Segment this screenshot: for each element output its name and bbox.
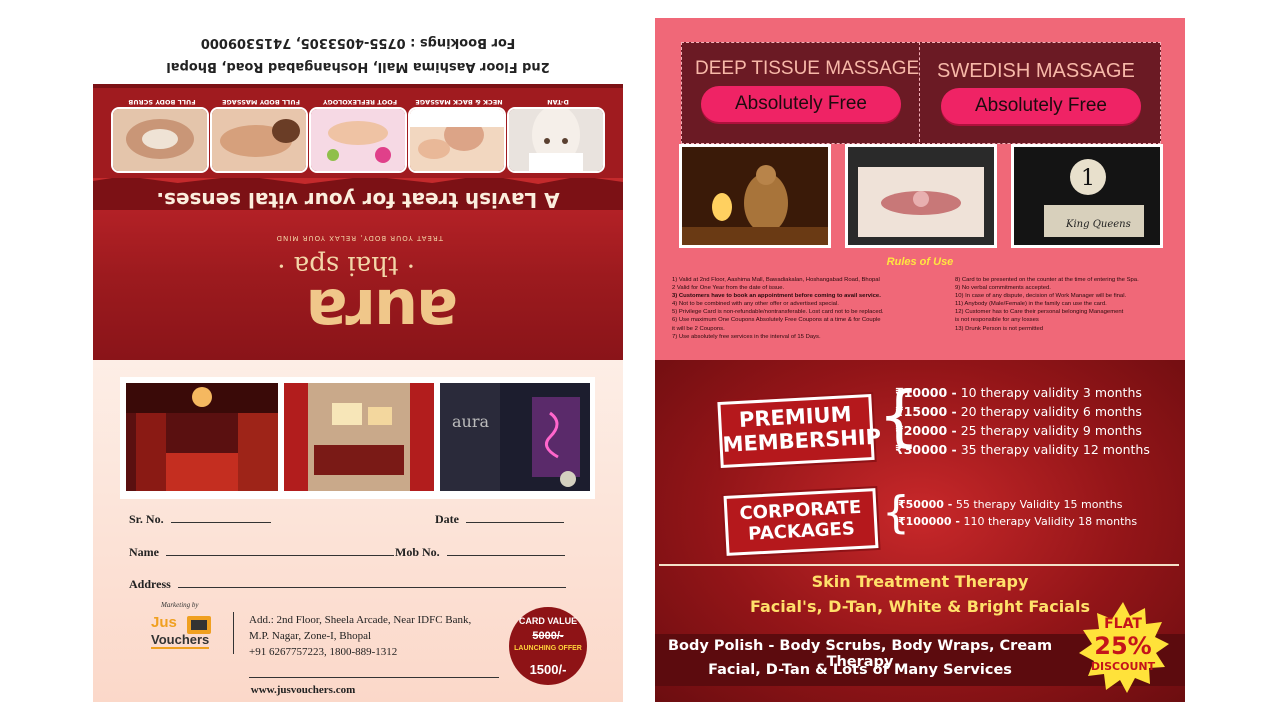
booking-phone: For Bookings : 0755-4053305, 7415309000 <box>200 35 516 50</box>
service-thumb-scrub <box>111 107 209 173</box>
right-flyer: DEEP TISSUE MASSAGE Absolutely Free SWED… <box>655 18 1185 702</box>
tagline: A Lavish treat for your vital senses. <box>156 188 560 212</box>
premium-membership-stamp: PREMIUM MEMBERSHIP <box>717 394 882 468</box>
discount-label: DISCOUNT <box>1090 660 1156 673</box>
pink-offers-section: DEEP TISSUE MASSAGE Absolutely Free SWED… <box>655 18 1185 360</box>
rules-title: Rules of Use <box>886 256 954 268</box>
corporate-plan-1: ₹50000 - 55 therapy Validity 15 months <box>898 498 1123 511</box>
rule-item: 9) No verbal commitments accepted. <box>955 285 1051 292</box>
marketing-address-1: Add.: 2nd Floor, Sheela Arcade, Near IDF… <box>249 614 472 626</box>
service-thumb-neck-back <box>408 107 506 173</box>
section-divider <box>659 564 1179 566</box>
svg-text:aura: aura <box>452 412 489 431</box>
service-label: NECK & BACK MASSAGE <box>415 98 503 106</box>
rules-right-column: 8) Card to be presented on the counter a… <box>955 276 1139 333</box>
treatment-room-photo <box>284 383 434 491</box>
name-row: Name <box>129 545 394 560</box>
rule-item: 8) Card to be presented on the counter a… <box>955 277 1139 283</box>
name-label: Name <box>129 545 159 559</box>
thai-spa-logo: · thai spa · <box>277 250 415 280</box>
service-thumb-foot <box>309 107 407 173</box>
date-field[interactable] <box>466 512 564 523</box>
corporate-plan-2: ₹100000 - 110 therapy Validity 18 months <box>898 515 1138 528</box>
address-label: Address <box>129 577 171 591</box>
rule-item: 7) Use absolutely free services in the i… <box>672 333 821 340</box>
rule-item: 1) Valid at 2nd Floor, Aashima Mall, Baw… <box>672 277 880 283</box>
offer-title-swedish: SWEDISH MASSAGE <box>937 60 1135 82</box>
aura-logo: aura <box>307 275 458 348</box>
jusvouchers-logo-bottom: Vouchers <box>151 632 210 649</box>
rule-item: 4) Not to be combined with any other off… <box>672 301 839 308</box>
rotated-brand-section: aura · thai spa · TREAT YOUR BODY, RELAX… <box>93 18 623 360</box>
mob-row: Mob No. <box>395 545 565 560</box>
reception-photo: aura <box>440 383 590 491</box>
address-row: Address <box>129 577 566 592</box>
voucher-form-section: aura Sr. No. Date Name Mob No. Address M… <box>93 360 623 702</box>
towel-fan-photo <box>845 144 997 248</box>
sr-no-label: Sr. No. <box>129 512 164 526</box>
card-old-value: 5000/- <box>532 630 564 642</box>
footer-rule <box>249 677 499 678</box>
body-services-line-2: Facial, D-Tan & Lots of Many Services <box>708 662 1012 678</box>
marketing-divider <box>233 612 234 654</box>
corporate-brace: { <box>882 487 910 538</box>
premium-plan-3: ₹20000 - 25 therapy validity 9 months <box>895 423 1142 438</box>
service-label: FULL BODY MASSAGE <box>222 98 301 106</box>
service-label: D-TAN <box>547 98 569 106</box>
card-value-label: CARD VALUE <box>518 616 578 626</box>
discount-value: 25% <box>1094 632 1152 660</box>
rule-item: 10) In case of any dispute, decision of … <box>955 293 1127 300</box>
premium-plan-4: ₹30000 - 35 therapy validity 12 months <box>895 442 1150 457</box>
spa-photo-strip: aura <box>120 377 595 499</box>
logo-small-tagline: TREAT YOUR BODY, RELAX YOUR MIND <box>275 234 443 242</box>
sr-no-field[interactable] <box>170 512 271 523</box>
marketing-website[interactable]: www.jusvouchers.com <box>93 684 513 696</box>
corporate-packages-stamp: CORPORATE PACKAGES <box>723 488 879 556</box>
card-new-value: 1500/- <box>529 662 567 677</box>
offers-separator <box>919 42 920 142</box>
booking-area <box>93 18 623 84</box>
rule-item: 3) Customers have to book an appointment… <box>672 293 881 300</box>
buddha-candle-photo <box>679 144 831 248</box>
address-field[interactable] <box>177 577 566 588</box>
king-queens-sign-photo: 1 King Queens <box>1011 144 1163 248</box>
skin-treatment-title: Skin Treatment Therapy <box>811 572 1029 591</box>
rule-item: 11) Anybody (Male/Female) in the family … <box>955 301 1107 308</box>
spa-interior-photo <box>126 383 278 491</box>
service-label: FOOT REFLEXOLOGY <box>322 98 398 106</box>
mob-label: Mob No. <box>395 545 440 559</box>
marketing-address-2: M.P. Nagar, Zone-I, Bhopal <box>249 630 372 642</box>
left-flyer: aura · thai spa · TREAT YOUR BODY, RELAX… <box>93 18 623 702</box>
offer-title-deep-tissue: DEEP TISSUE MASSAGE <box>695 58 920 79</box>
rule-item: 5) Privilege Card is non-refundable/nont… <box>672 309 884 316</box>
svg-text:King Queens: King Queens <box>1065 219 1131 230</box>
service-thumb-full-body <box>210 107 308 173</box>
date-row: Date <box>435 512 564 527</box>
rule-item: is not responsible for any losses <box>955 317 1039 324</box>
rule-item: it will be 2 Coupons. <box>672 325 725 332</box>
date-label: Date <box>435 512 459 526</box>
card-value-badge: CARD VALUE 5000/- LAUNCHING OFFER 1500/- <box>509 607 587 685</box>
rule-item: 13) Drunk Person is not permitted <box>955 325 1044 332</box>
svg-text:1: 1 <box>1081 166 1095 191</box>
launching-offer-label: LAUNCHING OFFER <box>514 645 582 652</box>
rule-item: 2 Valid for One Year from the date of is… <box>672 285 785 292</box>
sr-no-row: Sr. No. <box>129 512 271 527</box>
mob-field[interactable] <box>446 545 565 556</box>
premium-plan-2: ₹15000 - 20 therapy validity 6 months <box>895 404 1142 419</box>
premium-plan-1: ₹10000 - 10 therapy validity 3 months <box>895 385 1142 400</box>
marketing-by-label: Marketing by <box>161 601 199 609</box>
name-field[interactable] <box>166 545 394 556</box>
free-badge-swedish: Absolutely Free <box>941 88 1141 124</box>
service-label: FULL BODY SCRUB <box>128 98 196 106</box>
discount-flat: FLAT <box>1104 616 1142 632</box>
spa-address: 2nd Floor Aashima Mall, Hoshangabad Road… <box>166 59 550 74</box>
marketing-phone: +91 6267757223, 1800-889-1312 <box>249 646 398 658</box>
jusvouchers-logo-top: Jus <box>151 614 177 631</box>
rule-item: 12) Customer has to Care their personal … <box>955 309 1124 316</box>
free-badge-deep-tissue: Absolutely Free <box>701 86 901 122</box>
service-thumb-dtan <box>507 107 605 173</box>
rule-item: 6) Use maximum One Coupons Absolutely Fr… <box>672 317 881 324</box>
rules-left-column: 1) Valid at 2nd Floor, Aashima Mall, Baw… <box>672 276 884 341</box>
